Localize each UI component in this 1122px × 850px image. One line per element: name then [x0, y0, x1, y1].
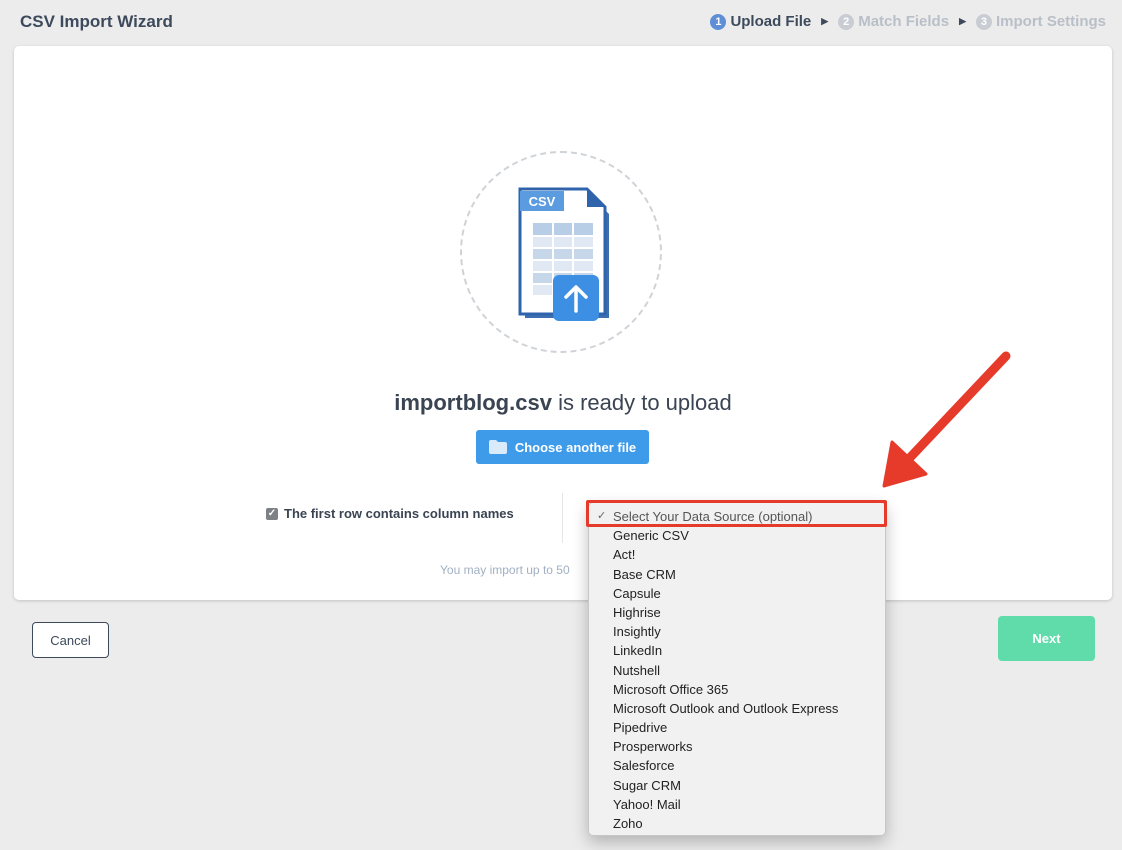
data-source-dropdown[interactable]: ✓ Select Your Data Source (optional) Gen…: [588, 502, 886, 836]
data-source-option[interactable]: Zoho: [589, 814, 885, 833]
data-source-option[interactable]: Prosperworks: [589, 737, 885, 756]
ready-suffix: is ready to upload: [558, 390, 732, 415]
data-source-option-label: Select Your Data Source (optional): [613, 509, 813, 524]
choose-another-file-button[interactable]: Choose another file: [476, 430, 649, 464]
data-source-option[interactable]: Highrise: [589, 603, 885, 622]
first-row-option[interactable]: ✓ The first row contains column names: [266, 506, 514, 521]
data-source-option[interactable]: Base CRM: [589, 565, 885, 584]
data-source-option[interactable]: Act!: [589, 545, 885, 564]
divider: [562, 493, 563, 543]
step-number: 3: [975, 13, 992, 30]
step-label: Upload File: [730, 13, 812, 30]
filename: importblog.csv: [394, 390, 552, 415]
folder-icon: [488, 440, 507, 454]
csv-badge-text: CSV: [529, 194, 556, 209]
first-row-label: The first row contains column names: [284, 506, 514, 521]
step-number: 1: [710, 13, 727, 30]
choose-label: Choose another file: [514, 439, 637, 455]
first-row-checkbox[interactable]: ✓: [266, 507, 278, 520]
next-button[interactable]: Next: [998, 616, 1095, 661]
data-source-option[interactable]: Insightly: [589, 622, 885, 641]
upload-card: CSV importblog.csv is ready to upload Ch…: [14, 46, 1112, 600]
step-label: Import Settings: [995, 13, 1106, 30]
step-upload-file[interactable]: 1 Upload File: [710, 13, 811, 30]
data-source-option[interactable]: Capsule: [589, 584, 885, 603]
app-title: CSV Import Wizard: [20, 12, 173, 31]
step-match-fields[interactable]: 2 Match Fields: [838, 13, 949, 30]
data-source-option[interactable]: Pipedrive: [589, 718, 885, 737]
step-label: Match Fields: [858, 13, 950, 30]
data-source-option[interactable]: Salesforce: [589, 756, 885, 775]
data-source-option[interactable]: Generic CSV: [589, 526, 885, 545]
step-import-settings[interactable]: 3 Import Settings: [975, 13, 1106, 30]
wizard-steps: 1 Upload File ▶ 2 Match Fields ▶ 3 Impor…: [710, 13, 1106, 30]
data-source-option[interactable]: Microsoft Outlook and Outlook Express: [589, 699, 885, 718]
import-limit-text: You may import up to 50: [440, 563, 570, 577]
cancel-button[interactable]: Cancel: [32, 622, 109, 658]
chevron-right-icon: ▶: [959, 16, 966, 26]
checkmark-icon: ✓: [597, 510, 607, 522]
data-source-option[interactable]: Microsoft Office 365: [589, 680, 885, 699]
csv-file-upload-icon: CSV: [518, 187, 609, 321]
chevron-right-icon: ▶: [821, 16, 829, 26]
data-source-option[interactable]: Sugar CRM: [589, 776, 885, 795]
step-number: 2: [838, 13, 855, 30]
data-source-option[interactable]: Nutshell: [589, 661, 885, 680]
data-source-option-selected[interactable]: ✓ Select Your Data Source (optional): [589, 507, 885, 526]
data-source-option[interactable]: LinkedIn: [589, 641, 885, 660]
ready-message: importblog.csv is ready to upload: [14, 390, 1112, 416]
header: CSV Import Wizard 1 Upload File ▶ 2 Matc…: [0, 0, 1122, 44]
data-source-option[interactable]: Yahoo! Mail: [589, 795, 885, 814]
